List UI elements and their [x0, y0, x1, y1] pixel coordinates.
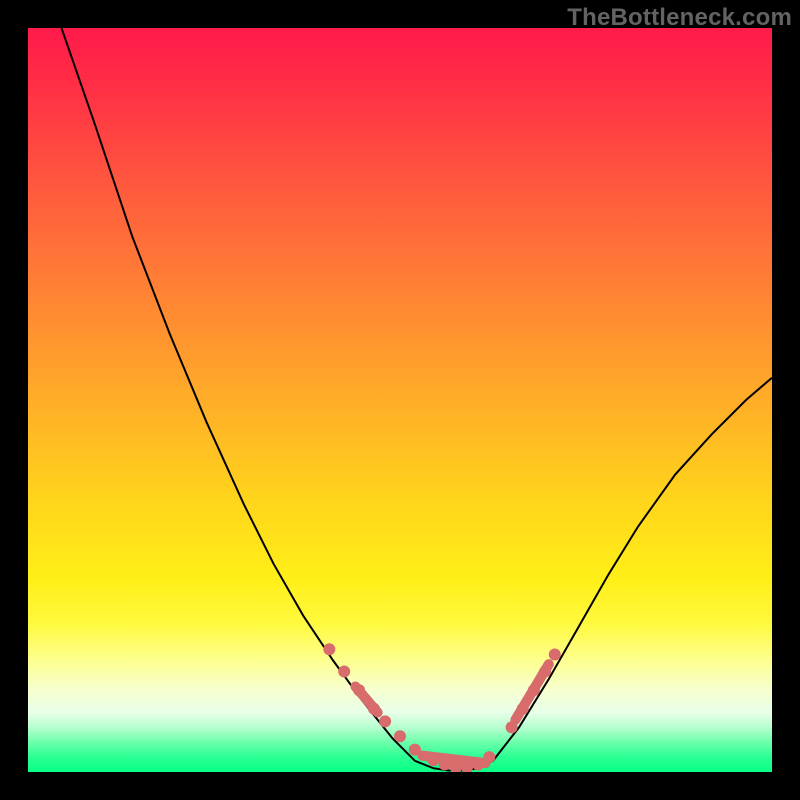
marker-dot — [517, 703, 529, 715]
marker-dot — [472, 759, 484, 771]
marker-dot — [323, 643, 335, 655]
marker-dot — [427, 754, 439, 766]
marker-dot — [353, 684, 365, 696]
chart-frame: TheBottleneck.com — [0, 0, 800, 800]
marker-dot — [379, 715, 391, 727]
curve-lines — [62, 28, 773, 771]
marker-dot — [549, 648, 561, 660]
plot-area — [28, 28, 772, 772]
curve-svg — [28, 28, 772, 772]
marker-dot — [528, 684, 540, 696]
marker-dot — [506, 721, 518, 733]
bottleneck-curve — [62, 28, 773, 771]
marker-group — [323, 643, 560, 772]
marker-dot — [483, 751, 495, 763]
marker-dot — [439, 759, 451, 771]
marker-dot — [539, 666, 551, 678]
marker-dot — [338, 666, 350, 678]
marker-dot — [394, 730, 406, 742]
watermark-text: TheBottleneck.com — [567, 4, 792, 32]
marker-dot — [368, 703, 380, 715]
marker-dot — [409, 744, 421, 756]
